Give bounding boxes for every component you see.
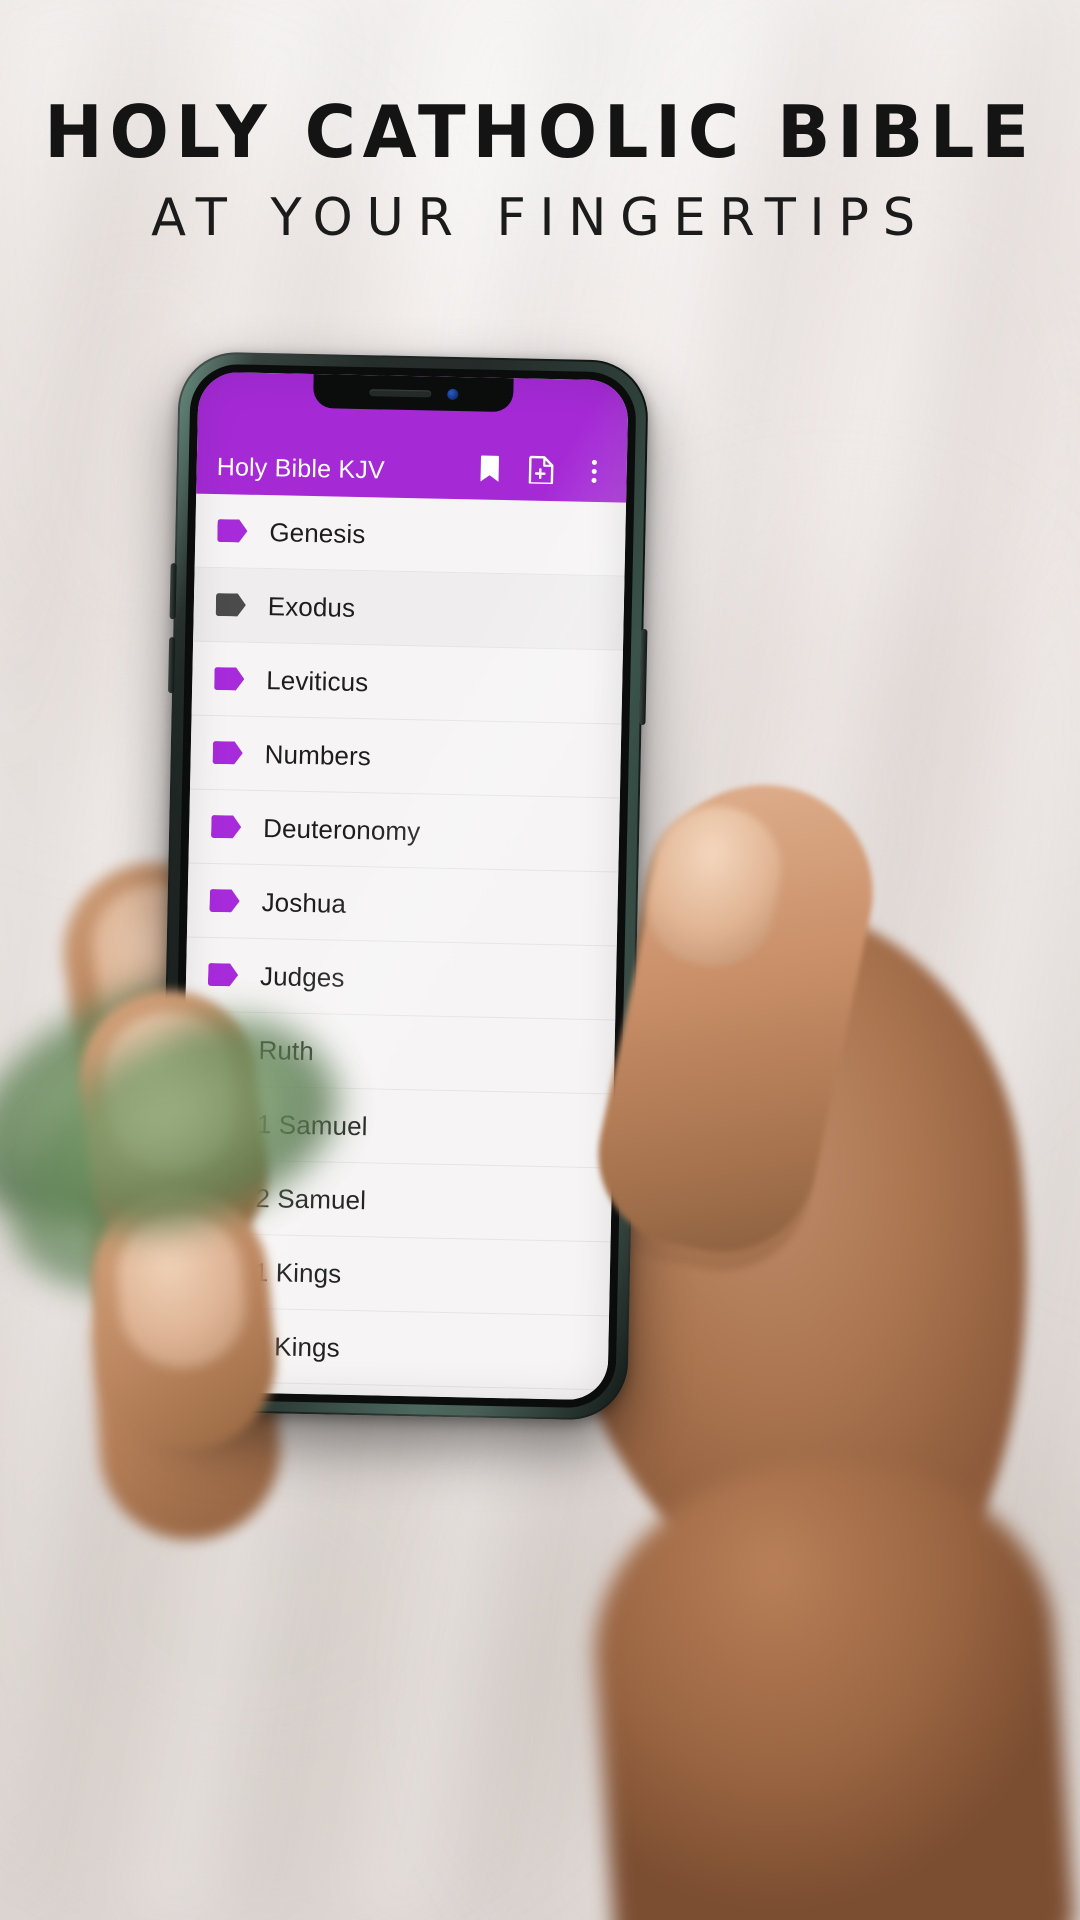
bookmark-icon[interactable] (474, 453, 505, 484)
app-title: Holy Bible KJV (216, 453, 386, 485)
overflow-menu-icon[interactable] (578, 456, 609, 487)
volume-up-button[interactable] (169, 563, 177, 620)
book-name-label: Numbers (264, 738, 372, 771)
book-name-label: Genesis (269, 516, 366, 549)
book-name-label: Exodus (267, 590, 356, 623)
bookmark-tag-icon (213, 741, 243, 765)
book-list-item[interactable]: Exodus (193, 567, 625, 651)
book-list-item[interactable]: Deuteronomy (188, 789, 620, 873)
book-list-item[interactable]: Genesis (194, 493, 627, 577)
bookmark-tag-icon (211, 815, 241, 839)
bookmark-tag-icon (208, 963, 238, 987)
bookmark-tag-icon (216, 593, 246, 617)
book-name-label: Deuteronomy (262, 812, 421, 846)
book-list-item[interactable]: Numbers (189, 715, 622, 799)
book-list-item[interactable]: Leviticus (191, 641, 623, 725)
promo-screenshot: HOLY CATHOLIC BIBLE AT YOUR FINGERTIPS H… (0, 0, 1080, 1920)
toolbar-actions (474, 453, 609, 488)
bookmark-tag-icon (209, 889, 239, 913)
earpiece-speaker-icon (368, 388, 431, 397)
bookmark-tag-icon (214, 667, 244, 691)
book-name-label: Leviticus (265, 664, 369, 697)
promo-headline-block: HOLY CATHOLIC BIBLE AT YOUR FINGERTIPS (0, 96, 1080, 244)
book-name-label: Joshua (261, 886, 347, 919)
bookmark-tag-icon (217, 519, 247, 543)
add-note-icon[interactable] (526, 455, 557, 486)
phone-notch (312, 374, 514, 413)
promo-headline: HOLY CATHOLIC BIBLE (44, 90, 1036, 174)
volume-down-button[interactable] (167, 637, 176, 694)
promo-subheadline: AT YOUR FINGERTIPS (151, 188, 929, 248)
book-list-item[interactable]: Joshua (186, 863, 619, 947)
three-dot-glyph (590, 459, 597, 483)
front-camera-icon (446, 388, 458, 400)
book-list-item[interactable]: Judges (185, 937, 617, 1021)
book-name-label: Judges (259, 960, 345, 993)
